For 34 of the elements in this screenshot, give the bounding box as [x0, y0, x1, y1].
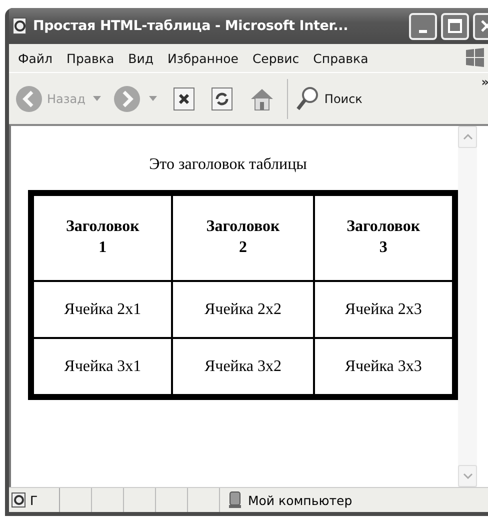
up-chevron-icon: [462, 134, 472, 140]
menu-item[interactable]: Файл: [11, 50, 60, 66]
scroll-up-button[interactable]: [458, 126, 477, 148]
stop-icon[interactable]: [173, 86, 196, 110]
window-title: Простая HTML-таблица - Microsoft Inter...: [33, 18, 350, 34]
refresh-icon[interactable]: [211, 86, 234, 110]
maximize-button[interactable]: [441, 12, 469, 40]
menu-item[interactable]: Справка: [306, 50, 376, 66]
computer-icon: [228, 491, 242, 509]
status-text: Г: [30, 492, 38, 508]
table-cell: Ячейка 2x2: [172, 281, 314, 338]
table-caption: Это заголовок таблицы: [148, 156, 308, 174]
down-chevron-icon: [462, 473, 472, 479]
menu-item[interactable]: Избранное: [160, 50, 246, 66]
column-header: Заголовок 1: [31, 193, 172, 281]
column-header: Заголовок 2: [172, 193, 314, 281]
windows-logo-icon: [463, 46, 487, 70]
page-icon: [11, 17, 29, 35]
zone-label: Мой компьютер: [248, 492, 352, 508]
menu-item[interactable]: Сервис: [245, 50, 306, 66]
home-icon[interactable]: [249, 86, 276, 110]
dropdown-arrow-icon[interactable]: [93, 96, 102, 101]
maximize-icon: [447, 18, 463, 34]
vertical-scrollbar[interactable]: [458, 126, 477, 487]
dropdown-arrow-icon[interactable]: [149, 96, 158, 101]
menu-item[interactable]: Правка: [60, 50, 122, 66]
scroll-down-button[interactable]: [458, 465, 477, 487]
search-icon: [296, 86, 320, 112]
minimize-icon: [419, 30, 427, 32]
menu-item[interactable]: Вид: [121, 50, 160, 66]
more-chevron[interactable]: »: [481, 75, 488, 89]
table-cell: Ячейка 2x1: [31, 281, 172, 338]
minimize-button[interactable]: [409, 12, 437, 40]
search-button[interactable]: Поиск: [294, 86, 364, 112]
